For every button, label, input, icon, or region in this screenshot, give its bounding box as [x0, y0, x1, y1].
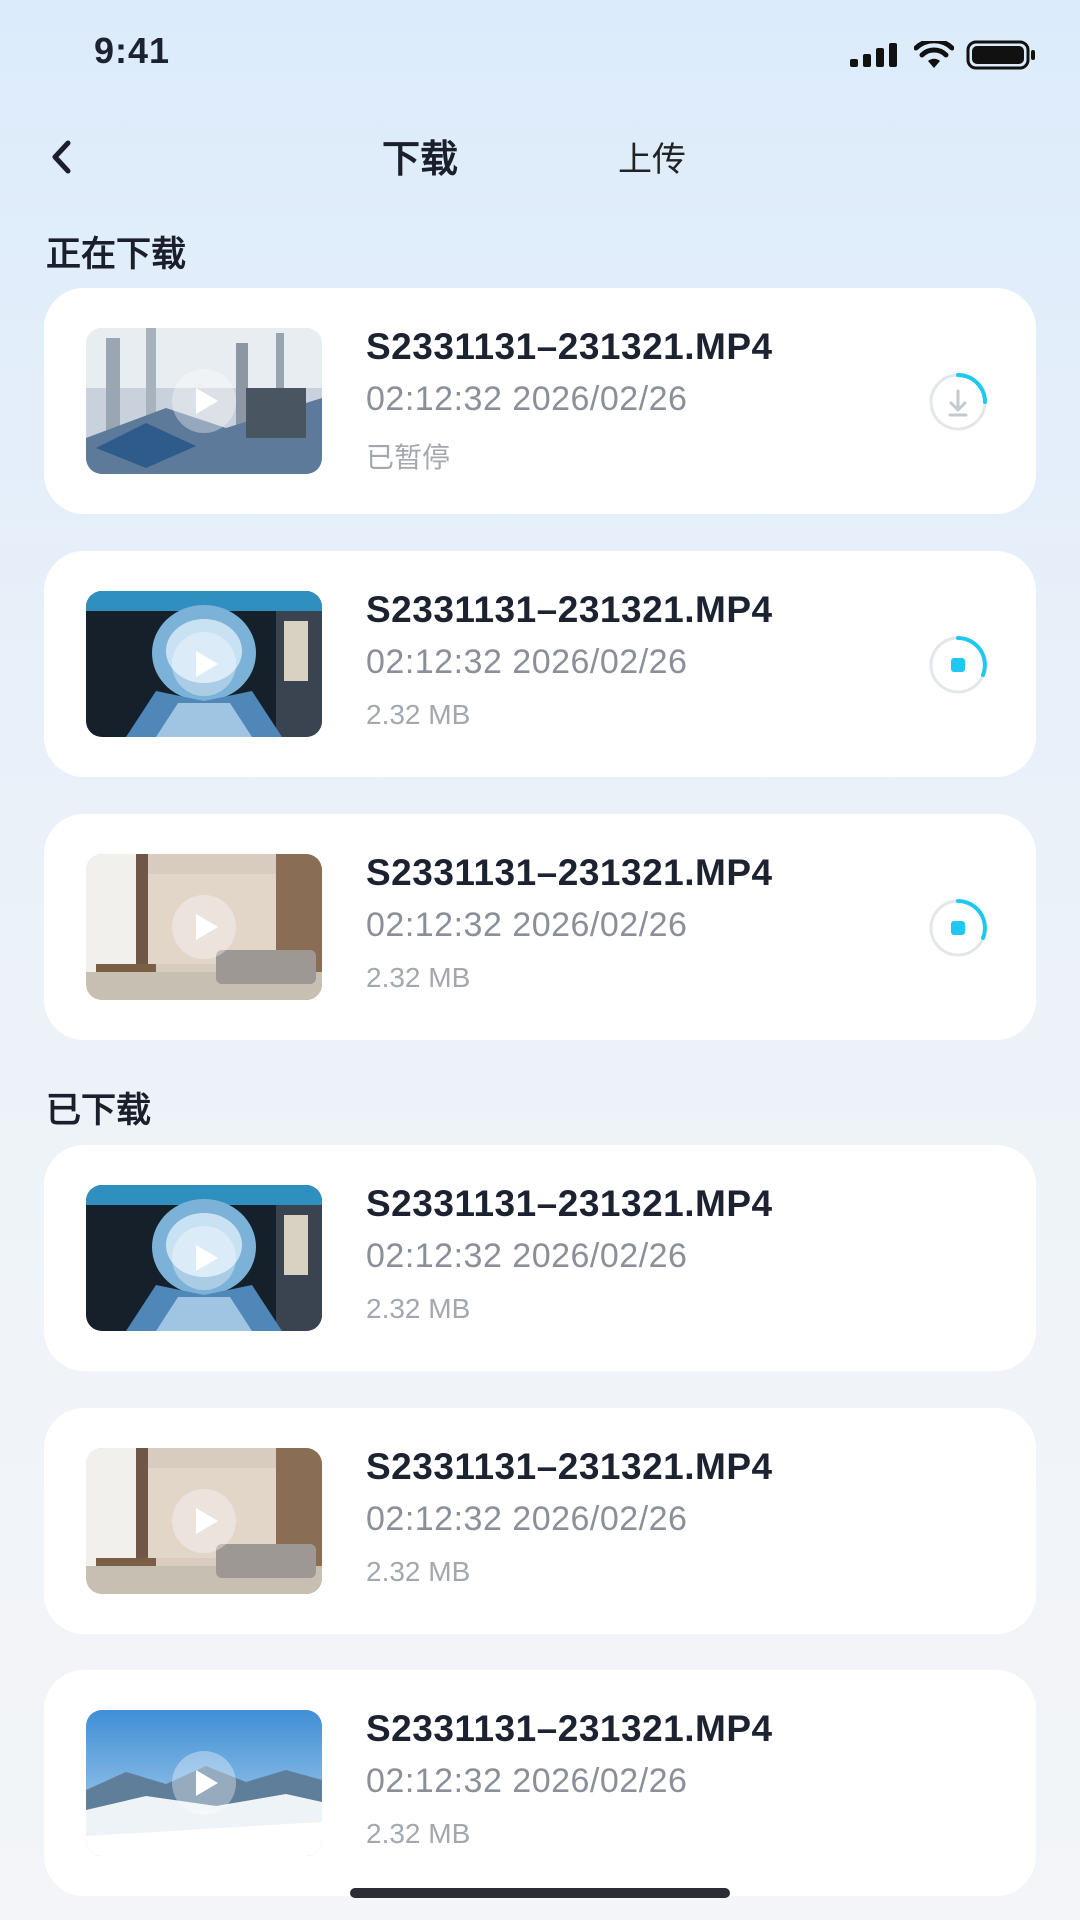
file-datetime: 02:12:32 2026/02/26 — [366, 906, 688, 944]
file-name: S2331131–231321.MP4 — [366, 1446, 773, 1487]
status-time: 9:41 — [94, 30, 171, 71]
wifi-icon — [914, 41, 954, 68]
downloaded-item[interactable]: S2331131–231321.MP4 02:12:32 2026/02/26 … — [44, 1145, 1036, 1371]
section-title-downloading: 正在下载 — [46, 235, 187, 274]
download-item[interactable]: S2331131–231321.MP4 02:12:32 2026/02/26 … — [44, 551, 1036, 777]
video-thumbnail — [86, 854, 322, 1000]
file-name: S2331131–231321.MP4 — [366, 852, 773, 893]
download-paused-icon[interactable] — [926, 370, 990, 434]
play-icon — [172, 1226, 236, 1290]
video-thumbnail — [86, 1710, 322, 1856]
play-icon — [172, 1751, 236, 1815]
file-size: 2.32 MB — [366, 1818, 471, 1849]
video-thumbnail — [86, 1185, 322, 1331]
file-name: S2331131–231321.MP4 — [366, 1183, 773, 1224]
file-name: S2331131–231321.MP4 — [366, 589, 773, 630]
section-title-downloaded: 已下载 — [46, 1091, 152, 1130]
download-item[interactable]: S2331131–231321.MP4 02:12:32 2026/02/26 … — [44, 288, 1036, 514]
cellular-signal-icon — [850, 43, 897, 67]
back-button[interactable] — [36, 132, 86, 182]
chevron-left-icon — [52, 140, 71, 174]
stop-download-icon[interactable] — [926, 896, 990, 960]
play-icon — [172, 895, 236, 959]
tab-upload[interactable]: 上传 — [618, 132, 686, 181]
play-icon — [172, 1489, 236, 1553]
play-icon — [172, 369, 236, 433]
tab-download[interactable]: 下载 — [382, 128, 458, 183]
video-thumbnail — [86, 591, 322, 737]
download-item[interactable]: S2331131–231321.MP4 02:12:32 2026/02/26 … — [44, 814, 1036, 1040]
file-name: S2331131–231321.MP4 — [366, 326, 773, 367]
play-icon — [172, 632, 236, 696]
stop-download-icon[interactable] — [926, 633, 990, 697]
file-datetime: 02:12:32 2026/02/26 — [366, 380, 688, 418]
file-name: S2331131–231321.MP4 — [366, 1708, 773, 1749]
home-indicator[interactable] — [350, 1888, 730, 1898]
battery-icon — [966, 40, 1035, 70]
file-datetime: 02:12:32 2026/02/26 — [366, 1237, 688, 1275]
status-icons — [850, 40, 1036, 70]
download-status: 已暂停 — [366, 442, 451, 473]
video-thumbnail — [86, 328, 322, 474]
top-nav: 下载 上传 — [0, 118, 1080, 198]
video-thumbnail — [86, 1448, 322, 1594]
file-datetime: 02:12:32 2026/02/26 — [366, 1500, 688, 1538]
file-datetime: 02:12:32 2026/02/26 — [366, 643, 688, 681]
downloaded-item[interactable]: S2331131–231321.MP4 02:12:32 2026/02/26 … — [44, 1670, 1036, 1896]
file-size: 2.32 MB — [366, 1556, 471, 1587]
downloaded-item[interactable]: S2331131–231321.MP4 02:12:32 2026/02/26 … — [44, 1408, 1036, 1634]
file-size: 2.32 MB — [366, 1293, 471, 1324]
file-datetime: 02:12:32 2026/02/26 — [366, 1762, 688, 1800]
file-size: 2.32 MB — [366, 962, 471, 993]
status-bar: 9:41 — [0, 0, 1080, 110]
file-size: 2.32 MB — [366, 699, 471, 730]
